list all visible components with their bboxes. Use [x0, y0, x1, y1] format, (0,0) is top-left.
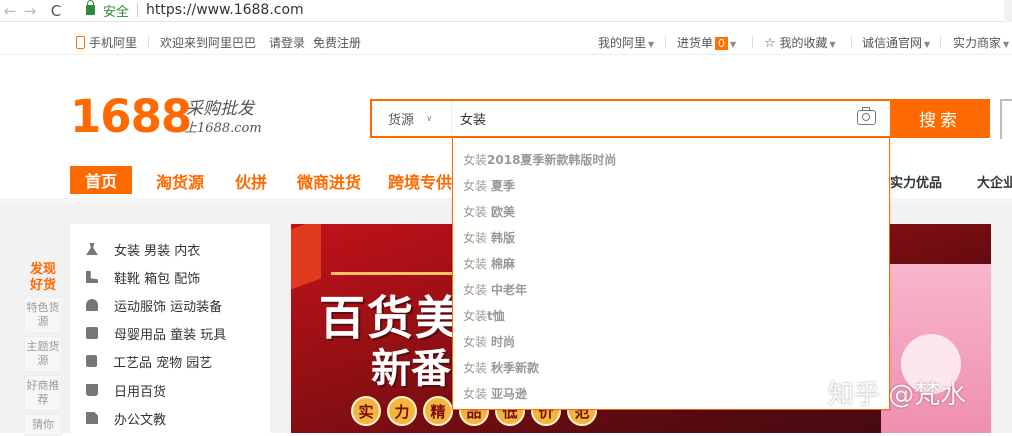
- search-button[interactable]: 搜索: [890, 99, 990, 138]
- search-suggestions: 女装 2018夏季新款韩版时尚 女装 夏季 女装 欧美 女装 韩版 女装 棉麻 女装 中老年…: [452, 138, 890, 410]
- nav-item[interactable]: 实力优品: [890, 172, 942, 191]
- cup-icon: [86, 384, 98, 396]
- banner-subtitle: 新番: [371, 346, 451, 392]
- suggestion-item[interactable]: 女装 时尚: [463, 331, 515, 351]
- shoe-icon: [86, 271, 98, 283]
- suggestion-item[interactable]: 女装 t恤: [463, 305, 505, 325]
- logo-domain: 上1688.com: [184, 121, 262, 136]
- nav-item[interactable]: 淘货源: [156, 169, 204, 193]
- site-logo[interactable]: 1688 采购批发 上1688.com: [70, 90, 262, 143]
- divider: [752, 36, 753, 48]
- suggestion-item[interactable]: 女装 欧美: [463, 201, 515, 221]
- feature-tab[interactable]: 主题货源: [24, 336, 62, 372]
- category-item[interactable]: 鞋靴 箱包 配饰: [86, 267, 200, 287]
- divider: [940, 36, 941, 48]
- favorites-menu[interactable]: ☆ 我的收藏 ▼: [764, 34, 836, 51]
- suggestion-item[interactable]: 女装 亚马逊: [463, 383, 527, 403]
- category-item[interactable]: 工艺品 宠物 园艺: [86, 351, 212, 371]
- phone-icon: [76, 36, 85, 49]
- suggestion-item[interactable]: 女装 2018夏季新款韩版时尚: [463, 149, 616, 169]
- office-icon: [86, 412, 98, 424]
- category-list: 女装 男装 内衣 鞋靴 箱包 配饰 运动服饰 运动装备 母婴用品 童装 玩具 工…: [70, 224, 270, 433]
- cart-count-badge: 0: [715, 37, 729, 50]
- suggestion-item[interactable]: 女装 秋季新款: [463, 357, 539, 377]
- secure-label: 安全: [103, 4, 130, 20]
- banner-pill: 力: [387, 396, 417, 426]
- suggestion-item[interactable]: 女装 中老年: [463, 279, 527, 299]
- watermark-text: 知乎 @梵水: [828, 380, 967, 410]
- chengxintong-menu[interactable]: 诚信通官网 ▼: [862, 34, 930, 51]
- search-input[interactable]: [460, 101, 840, 136]
- category-item[interactable]: 运动服饰 运动装备: [86, 295, 222, 315]
- nav-item[interactable]: 跨境专供: [388, 169, 452, 193]
- side-panel-edge: [1000, 99, 1012, 139]
- left-feature-column: 发现好货 特色货源 主题货源 好商推荐 猜你: [24, 262, 62, 436]
- nav-item[interactable]: 微商进货: [297, 169, 361, 193]
- lock-icon: [86, 0, 95, 15]
- divider: [148, 36, 149, 48]
- nav-home[interactable]: 首页: [70, 166, 132, 194]
- my-ali-menu[interactable]: 我的阿里 ▼: [598, 34, 654, 51]
- sport-icon: [86, 299, 98, 311]
- back-icon[interactable]: ←: [0, 2, 20, 20]
- mobile-ali-link[interactable]: 手机阿里: [76, 34, 137, 51]
- camera-icon[interactable]: [857, 107, 876, 125]
- browser-toolbar: ← → C 安全 https://www.1688.com: [0, 0, 1012, 22]
- divider: [851, 36, 852, 48]
- suggestion-item[interactable]: 女装 夏季: [463, 175, 515, 195]
- nav-item[interactable]: 大企业: [977, 172, 1012, 191]
- address-divider: [137, 3, 139, 17]
- reload-icon[interactable]: C: [46, 2, 66, 20]
- banner-decoration: [291, 224, 321, 290]
- nav-item[interactable]: 伙拼: [235, 169, 267, 193]
- chevron-down-icon: ▼: [1003, 40, 1010, 49]
- category-item[interactable]: 办公文教: [86, 408, 166, 428]
- chevron-down-icon: ▼: [829, 40, 836, 49]
- logo-number: 1688: [70, 90, 192, 143]
- divider: [665, 36, 666, 48]
- feature-tab[interactable]: 好商推荐: [24, 375, 62, 411]
- scrollbar[interactable]: [1004, 0, 1012, 22]
- discover-label[interactable]: 发现好货: [24, 262, 62, 294]
- search-bar: 货源 ∨: [370, 99, 892, 138]
- suggestion-item[interactable]: 女装 韩版: [463, 227, 515, 247]
- chevron-down-icon: ▼: [648, 40, 655, 49]
- url-text[interactable]: https://www.1688.com: [146, 2, 304, 18]
- chevron-down-icon: ▼: [924, 40, 931, 49]
- cart-menu[interactable]: 进货单 0 ▼: [677, 34, 736, 51]
- address-bar[interactable]: 安全 https://www.1688.com: [86, 0, 304, 20]
- suggestion-item[interactable]: 女装 棉麻: [463, 253, 515, 273]
- site-topbar: 手机阿里 欢迎来到阿里巴巴 请登录 免费注册 我的阿里 ▼ 进货单 0 ▼ ☆ 我的收…: [0, 27, 1012, 55]
- logo-tagline: 采购批发: [186, 99, 254, 119]
- merchant-menu[interactable]: 实力商家 ▼: [953, 34, 1009, 51]
- baby-icon: [86, 327, 98, 339]
- forward-icon[interactable]: →: [20, 2, 40, 20]
- dress-icon: [86, 243, 98, 255]
- category-item[interactable]: 母婴用品 童装 玩具: [86, 323, 226, 343]
- craft-icon: [86, 355, 97, 367]
- banner-pill: 实: [351, 396, 381, 426]
- login-link[interactable]: 请登录: [269, 34, 305, 51]
- star-icon: ☆: [764, 36, 776, 51]
- banner-pill: 精: [423, 396, 453, 426]
- search-category-select[interactable]: 货源 ∨: [372, 101, 452, 136]
- chevron-down-icon: ▼: [730, 40, 737, 49]
- category-item[interactable]: 日用百货: [86, 380, 166, 400]
- welcome-text: 欢迎来到阿里巴巴: [160, 36, 257, 50]
- chevron-down-icon: ∨: [426, 113, 433, 124]
- feature-tab[interactable]: 特色货源: [24, 297, 62, 333]
- category-item[interactable]: 女装 男装 内衣: [86, 239, 200, 259]
- register-link[interactable]: 免费注册: [313, 34, 361, 51]
